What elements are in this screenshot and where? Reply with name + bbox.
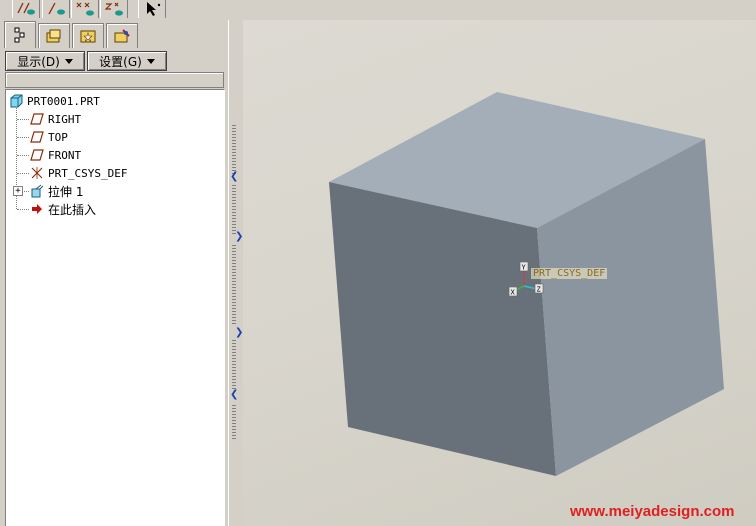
csys-label: PRT_CSYS_DEF	[531, 268, 608, 279]
cube-left-face[interactable]	[329, 182, 556, 476]
cube-model[interactable]: Y X Z	[0, 0, 756, 526]
svg-text:Z: Z	[537, 286, 541, 294]
watermark: www.meiyadesign.com	[570, 503, 735, 520]
pro-engineer-window: 显示(D) 设置(G) PRT0001.PRT RIGHT TOP FRONT …	[0, 0, 756, 526]
